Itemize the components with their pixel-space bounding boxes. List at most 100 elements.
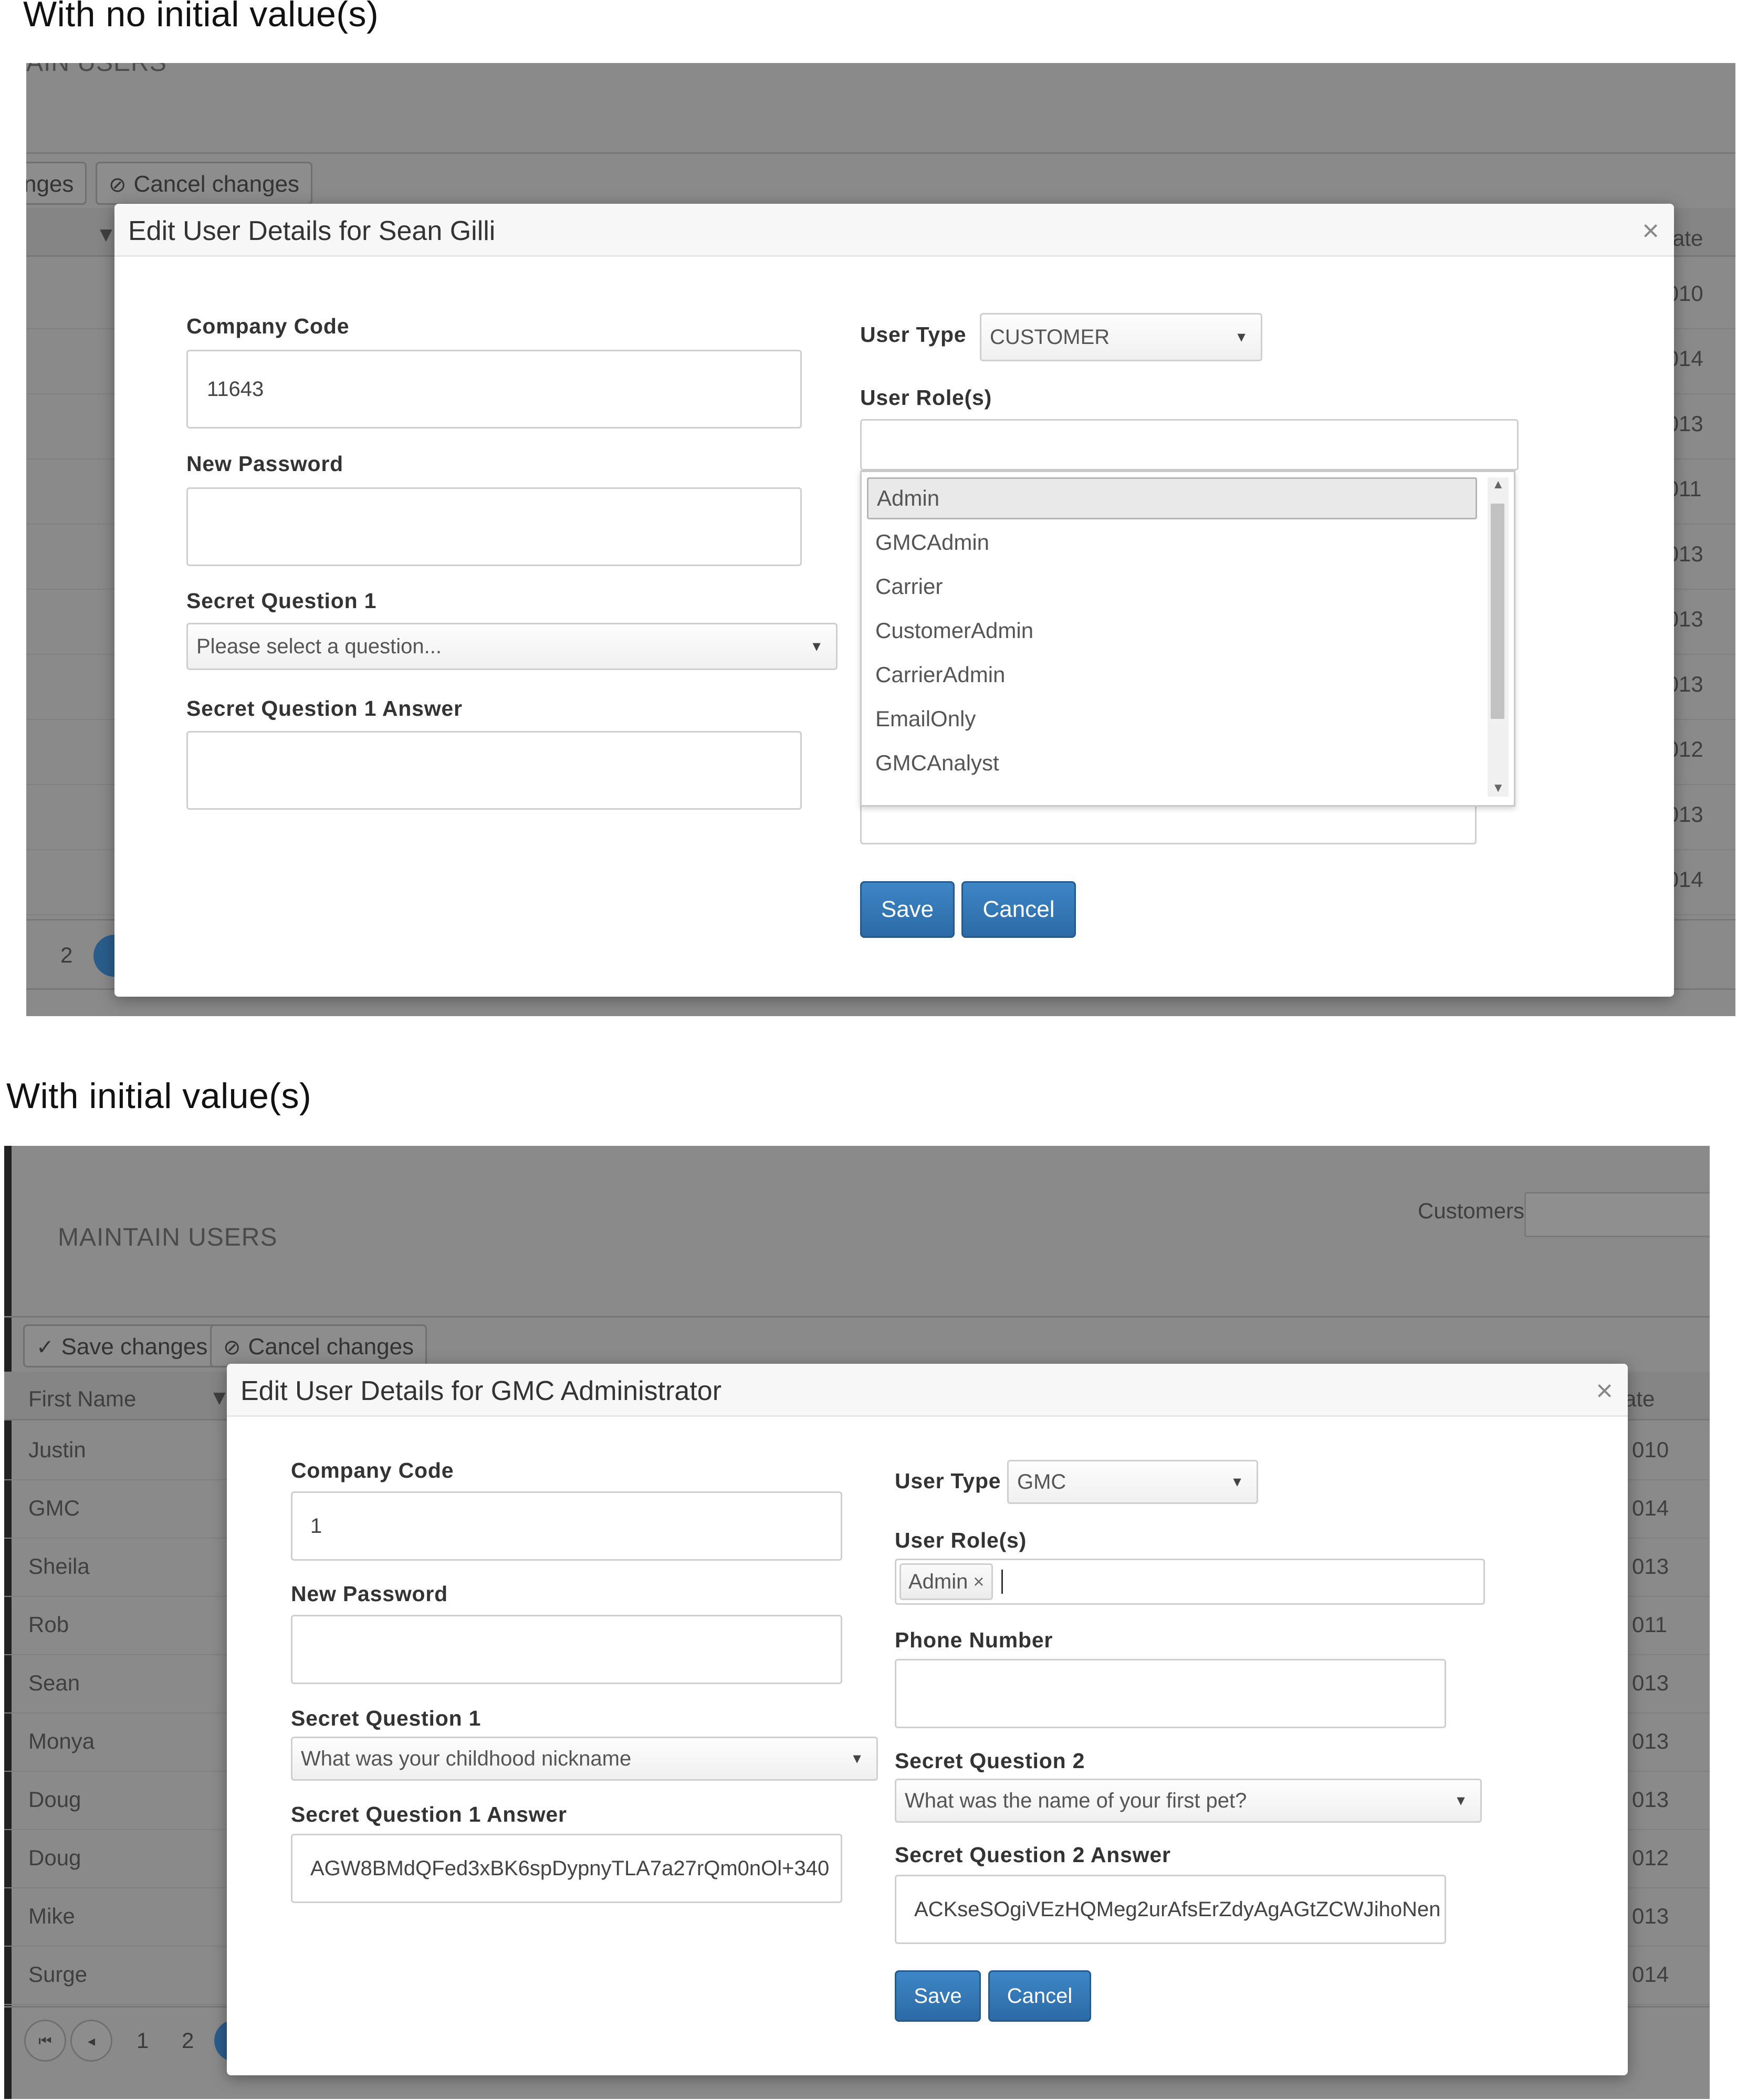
pager-prev-button[interactable]: ◂	[70, 2020, 112, 2062]
secret-question-1-value: What was your childhood nickname	[301, 1747, 632, 1770]
remove-tag-icon[interactable]: ×	[973, 1571, 984, 1593]
user-role-option[interactable]: CustomerAdmin	[867, 610, 1477, 652]
table-cell-date: 013	[1632, 1670, 1669, 1695]
user-roles-label: User Role(s)	[895, 1528, 1027, 1552]
scrollbar-thumb[interactable]	[1491, 504, 1504, 719]
company-code-value: 11643	[207, 377, 264, 401]
table-cell-first-name: Sean	[28, 1670, 80, 1695]
role-tag-label: Admin	[908, 1570, 968, 1593]
scroll-down-icon[interactable]: ▼	[1492, 781, 1504, 796]
table-cell-date: 012	[1632, 1845, 1669, 1870]
table-cell-date: 013	[1632, 1729, 1669, 1753]
table-cell-date: 013	[1632, 1904, 1669, 1928]
user-role-option[interactable]: Admin	[867, 477, 1477, 519]
new-password-label: New Password	[291, 1582, 448, 1606]
user-type-select[interactable]: CUSTOMER ▼	[980, 313, 1262, 361]
save-button[interactable]: Save	[895, 1970, 981, 2022]
cancel-button[interactable]: Cancel	[961, 881, 1076, 938]
save-changes-button[interactable]: ✓ Save changes	[23, 1324, 221, 1367]
chevron-down-icon: ▼	[810, 638, 823, 654]
first-name-column-header: First Name	[28, 1386, 137, 1411]
chevron-down-icon: ▼	[1230, 1474, 1244, 1490]
modal-header: Edit User Details for Sean Gilli ×	[114, 204, 1674, 257]
save-changes-label: Save changes	[61, 1334, 208, 1360]
user-type-label: User Type	[860, 322, 967, 347]
cancel-changes-button[interactable]: ⊘ Cancel changes	[96, 162, 313, 205]
secret-question-1-label: Secret Question 1	[291, 1706, 482, 1730]
secret-question-2-answer-input[interactable]: ACKseSOgiVEzHQMeg2urAfsErZdyAgAGtZCWJiho…	[895, 1875, 1446, 1944]
pager-first-button[interactable]: ⏮	[24, 2020, 66, 2062]
pager-page-2[interactable]: 2	[60, 943, 72, 968]
pager-page-2[interactable]: 2	[182, 2028, 194, 2053]
page-title: MAINTAIN USERS	[58, 1224, 278, 1251]
secret-question-2-select[interactable]: What was the name of your first pet? ▼	[895, 1779, 1482, 1823]
screenshot-with-initial: MAINTAIN USERS Customers ✓ Save changes ⊘…	[4, 1146, 1710, 2099]
secret-question-1-select[interactable]: Please select a question... ▼	[186, 623, 838, 670]
save-changes-label: nges	[26, 171, 74, 197]
user-type-select[interactable]: GMC ▼	[1007, 1460, 1258, 1504]
new-password-input[interactable]	[186, 487, 802, 566]
secret-question-1-answer-input[interactable]	[186, 731, 802, 810]
screenshot-no-initial: AIN USERS nges ⊘Cancel changes ▼ ate :01…	[26, 63, 1735, 1016]
date-column-header: ate	[1624, 1386, 1655, 1411]
user-type-value: CUSTOMER	[990, 325, 1110, 349]
cancel-changes-label: Cancel changes	[133, 171, 300, 197]
secret-question-1-label: Secret Question 1	[186, 589, 377, 613]
save-changes-button[interactable]: nges	[26, 162, 87, 205]
new-password-label: New Password	[186, 452, 343, 476]
company-code-input[interactable]: 1	[291, 1491, 842, 1561]
table-cell-first-name: Rob	[28, 1612, 69, 1637]
table-cell-date: 014	[1632, 1962, 1669, 1987]
secret-question-1-answer-value: AGW8BMdQFed3xBK6spDypnyTLA7a27rQm0nOl+34…	[310, 1856, 830, 1880]
table-cell-date: 013	[1632, 1787, 1669, 1812]
cancel-changes-button[interactable]: ⊘ Cancel changes	[210, 1324, 427, 1367]
customers-input[interactable]	[1524, 1192, 1710, 1237]
user-role-option[interactable]: GMCAnalyst	[867, 742, 1477, 784]
secret-question-2-answer-value: ACKseSOgiVEzHQMeg2urAfsErZdyAgAGtZCWJiho…	[914, 1897, 1441, 1921]
company-code-value: 1	[310, 1514, 322, 1538]
phone-number-input[interactable]	[895, 1659, 1446, 1728]
user-role-option[interactable]: EmailOnly	[867, 698, 1477, 740]
window-edge	[4, 1146, 12, 2099]
user-role-option[interactable]: GMCAdmin	[867, 521, 1477, 563]
caption-with-initial: With initial value(s)	[6, 1076, 312, 1116]
table-cell-first-name: Sheila	[28, 1554, 90, 1579]
close-icon[interactable]: ×	[1596, 1373, 1613, 1407]
cancel-button[interactable]: Cancel	[988, 1970, 1091, 2022]
customers-label: Customers	[1418, 1198, 1525, 1223]
user-role-option[interactable]: Carrier	[867, 566, 1477, 608]
table-cell-date: 011	[1632, 1612, 1667, 1637]
secret-question-1-answer-label: Secret Question 1 Answer	[291, 1802, 567, 1826]
user-roles-dropdown[interactable]: Admin GMCAdmin Carrier CustomerAdmin Carrier…	[860, 471, 1515, 807]
secret-question-1-value: Please select a question...	[196, 634, 442, 658]
new-password-input[interactable]	[291, 1615, 842, 1684]
secret-question-1-answer-input[interactable]: AGW8BMdQFed3xBK6spDypnyTLA7a27rQm0nOl+34…	[291, 1834, 842, 1903]
table-cell-first-name: Mike	[28, 1904, 75, 1928]
user-type-label: User Type	[895, 1469, 1001, 1493]
secret-question-1-answer-label: Secret Question 1 Answer	[186, 696, 463, 720]
edit-user-modal: Edit User Details for Sean Gilli × Compa…	[114, 204, 1674, 997]
table-cell-date: 014	[1632, 1496, 1669, 1520]
user-type-value: GMC	[1017, 1470, 1066, 1493]
pager-page-1[interactable]: 1	[137, 2028, 149, 2053]
modal-header: Edit User Details for GMC Administrator …	[227, 1364, 1628, 1417]
table-cell-first-name: Monya	[28, 1729, 95, 1753]
table-cell-first-name: Doug	[28, 1845, 81, 1870]
company-code-label: Company Code	[291, 1458, 454, 1482]
chevron-down-icon: ▼	[1454, 1792, 1468, 1809]
company-code-input[interactable]: 11643	[186, 350, 802, 429]
chevron-down-icon: ▼	[1234, 329, 1248, 345]
cancel-changes-label: Cancel changes	[248, 1334, 414, 1360]
save-button[interactable]: Save	[860, 881, 955, 938]
user-roles-input[interactable]	[860, 419, 1519, 471]
user-role-option[interactable]: CarrierAdmin	[867, 654, 1477, 696]
phone-number-label: Phone Number	[895, 1628, 1053, 1652]
scroll-up-icon[interactable]: ▲	[1492, 477, 1504, 492]
close-icon[interactable]: ×	[1642, 213, 1659, 247]
table-cell-first-name: Surge	[28, 1962, 88, 1987]
user-roles-input[interactable]: Admin ×	[895, 1559, 1485, 1605]
filter-icon[interactable]: ▼	[96, 223, 117, 247]
table-cell-first-name: GMC	[28, 1496, 80, 1520]
secret-question-1-select[interactable]: What was your childhood nickname ▼	[291, 1737, 878, 1781]
text-cursor	[1001, 1570, 1003, 1594]
